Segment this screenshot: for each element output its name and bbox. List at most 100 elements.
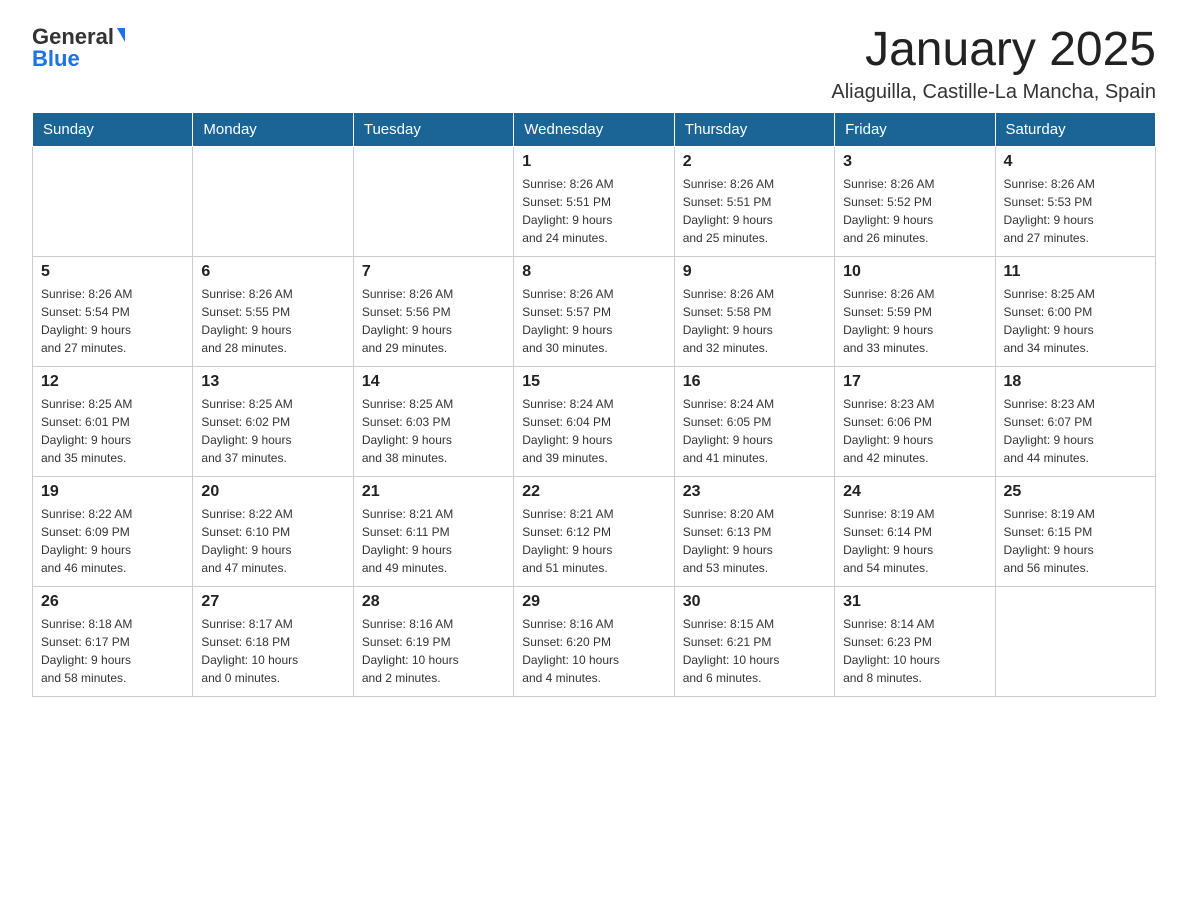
day-info: Sunrise: 8:26 AM Sunset: 5:59 PM Dayligh… xyxy=(843,285,986,357)
day-number: 5 xyxy=(41,263,184,281)
calendar-cell: 23 Sunrise: 8:20 AM Sunset: 6:13 PM Dayli… xyxy=(674,476,834,586)
day-number: 26 xyxy=(41,593,184,611)
calendar-cell: 24Sunrise: 8:19 AM Sunset: 6:14 PM Dayli… xyxy=(835,476,995,586)
day-info: Sunrise: 8:25 AM Sunset: 6:01 PM Dayligh… xyxy=(41,395,184,467)
calendar-cell: 31 Sunrise: 8:14 AM Sunset: 6:23 PM Dayli… xyxy=(835,586,995,696)
calendar-week-row: 5 Sunrise: 8:26 AM Sunset: 5:54 PM Daylig… xyxy=(33,256,1156,366)
day-number: 13 xyxy=(201,373,344,391)
calendar-table: SundayMondayTuesdayWednesdayThursdayFrid… xyxy=(32,112,1156,697)
day-number: 25 xyxy=(1004,483,1147,501)
day-number: 27 xyxy=(201,593,344,611)
calendar-cell: 22 Sunrise: 8:21 AM Sunset: 6:12 PM Dayli… xyxy=(514,476,674,586)
day-number: 24 xyxy=(843,483,986,501)
day-number: 16 xyxy=(683,373,826,391)
day-info: Sunrise: 8:26 AM Sunset: 5:57 PM Dayligh… xyxy=(522,285,665,357)
calendar-cell: 4 Sunrise: 8:26 AM Sunset: 5:53 PM Daylig… xyxy=(995,146,1155,256)
day-info: Sunrise: 8:18 AM Sunset: 6:17 PM Dayligh… xyxy=(41,615,184,687)
calendar-cell: 30 Sunrise: 8:15 AM Sunset: 6:21 PM Dayli… xyxy=(674,586,834,696)
calendar-header-friday: Friday xyxy=(835,112,995,146)
day-info: Sunrise: 8:16 AM Sunset: 6:19 PM Dayligh… xyxy=(362,615,505,687)
calendar-cell: 16 Sunrise: 8:24 AM Sunset: 6:05 PM Dayli… xyxy=(674,366,834,476)
calendar-week-row: 26 Sunrise: 8:18 AM Sunset: 6:17 PM Dayli… xyxy=(33,586,1156,696)
calendar-header-thursday: Thursday xyxy=(674,112,834,146)
calendar-cell: 28 Sunrise: 8:16 AM Sunset: 6:19 PM Dayli… xyxy=(353,586,513,696)
calendar-header-sunday: Sunday xyxy=(33,112,193,146)
day-number: 2 xyxy=(683,153,826,171)
day-number: 29 xyxy=(522,593,665,611)
calendar-cell: 12 Sunrise: 8:25 AM Sunset: 6:01 PM Dayli… xyxy=(33,366,193,476)
day-info: Sunrise: 8:24 AM Sunset: 6:05 PM Dayligh… xyxy=(683,395,826,467)
logo-triangle-icon xyxy=(117,28,125,42)
day-number: 20 xyxy=(201,483,344,501)
calendar-header-row: SundayMondayTuesdayWednesdayThursdayFrid… xyxy=(33,112,1156,146)
day-number: 1 xyxy=(522,153,665,171)
day-info: Sunrise: 8:26 AM Sunset: 5:54 PM Dayligh… xyxy=(41,285,184,357)
calendar-cell: 11Sunrise: 8:25 AM Sunset: 6:00 PM Dayli… xyxy=(995,256,1155,366)
calendar-cell xyxy=(33,146,193,256)
calendar-header-saturday: Saturday xyxy=(995,112,1155,146)
day-number: 12 xyxy=(41,373,184,391)
calendar-cell: 2 Sunrise: 8:26 AM Sunset: 5:51 PM Daylig… xyxy=(674,146,834,256)
calendar-week-row: 12 Sunrise: 8:25 AM Sunset: 6:01 PM Dayli… xyxy=(33,366,1156,476)
day-number: 9 xyxy=(683,263,826,281)
calendar-cell xyxy=(995,586,1155,696)
day-number: 23 xyxy=(683,483,826,501)
calendar-cell: 10 Sunrise: 8:26 AM Sunset: 5:59 PM Dayli… xyxy=(835,256,995,366)
calendar-cell: 5 Sunrise: 8:26 AM Sunset: 5:54 PM Daylig… xyxy=(33,256,193,366)
day-info: Sunrise: 8:26 AM Sunset: 5:51 PM Dayligh… xyxy=(522,175,665,247)
calendar-cell: 17Sunrise: 8:23 AM Sunset: 6:06 PM Dayli… xyxy=(835,366,995,476)
day-number: 22 xyxy=(522,483,665,501)
logo: General Blue xyxy=(32,24,125,72)
day-number: 17 xyxy=(843,373,986,391)
calendar-header-wednesday: Wednesday xyxy=(514,112,674,146)
month-title: January 2025 xyxy=(831,24,1156,77)
calendar-cell: 1 Sunrise: 8:26 AM Sunset: 5:51 PM Daylig… xyxy=(514,146,674,256)
day-number: 3 xyxy=(843,153,986,171)
calendar-cell: 27Sunrise: 8:17 AM Sunset: 6:18 PM Dayli… xyxy=(193,586,353,696)
calendar-header-monday: Monday xyxy=(193,112,353,146)
calendar-cell xyxy=(193,146,353,256)
calendar-cell: 14 Sunrise: 8:25 AM Sunset: 6:03 PM Dayli… xyxy=(353,366,513,476)
day-info: Sunrise: 8:25 AM Sunset: 6:02 PM Dayligh… xyxy=(201,395,344,467)
calendar-cell: 29Sunrise: 8:16 AM Sunset: 6:20 PM Dayli… xyxy=(514,586,674,696)
calendar-cell: 3 Sunrise: 8:26 AM Sunset: 5:52 PM Daylig… xyxy=(835,146,995,256)
day-info: Sunrise: 8:20 AM Sunset: 6:13 PM Dayligh… xyxy=(683,505,826,577)
day-info: Sunrise: 8:22 AM Sunset: 6:10 PM Dayligh… xyxy=(201,505,344,577)
day-number: 14 xyxy=(362,373,505,391)
day-info: Sunrise: 8:26 AM Sunset: 5:55 PM Dayligh… xyxy=(201,285,344,357)
day-number: 7 xyxy=(362,263,505,281)
day-info: Sunrise: 8:19 AM Sunset: 6:15 PM Dayligh… xyxy=(1004,505,1147,577)
calendar-cell: 26 Sunrise: 8:18 AM Sunset: 6:17 PM Dayli… xyxy=(33,586,193,696)
day-info: Sunrise: 8:26 AM Sunset: 5:51 PM Dayligh… xyxy=(683,175,826,247)
day-info: Sunrise: 8:22 AM Sunset: 6:09 PM Dayligh… xyxy=(41,505,184,577)
day-number: 15 xyxy=(522,373,665,391)
location-title: Aliaguilla, Castille-La Mancha, Spain xyxy=(831,81,1156,104)
day-number: 31 xyxy=(843,593,986,611)
day-info: Sunrise: 8:15 AM Sunset: 6:21 PM Dayligh… xyxy=(683,615,826,687)
day-number: 19 xyxy=(41,483,184,501)
day-number: 21 xyxy=(362,483,505,501)
day-info: Sunrise: 8:21 AM Sunset: 6:11 PM Dayligh… xyxy=(362,505,505,577)
day-info: Sunrise: 8:23 AM Sunset: 6:07 PM Dayligh… xyxy=(1004,395,1147,467)
day-info: Sunrise: 8:21 AM Sunset: 6:12 PM Dayligh… xyxy=(522,505,665,577)
day-number: 4 xyxy=(1004,153,1147,171)
day-info: Sunrise: 8:25 AM Sunset: 6:03 PM Dayligh… xyxy=(362,395,505,467)
day-number: 28 xyxy=(362,593,505,611)
calendar-cell: 8 Sunrise: 8:26 AM Sunset: 5:57 PM Daylig… xyxy=(514,256,674,366)
day-info: Sunrise: 8:25 AM Sunset: 6:00 PM Dayligh… xyxy=(1004,285,1147,357)
page-header: General Blue January 2025 Aliaguilla, Ca… xyxy=(32,24,1156,104)
title-block: January 2025 Aliaguilla, Castille-La Man… xyxy=(831,24,1156,104)
calendar-cell: 9Sunrise: 8:26 AM Sunset: 5:58 PM Daylig… xyxy=(674,256,834,366)
calendar-cell: 18Sunrise: 8:23 AM Sunset: 6:07 PM Dayli… xyxy=(995,366,1155,476)
day-info: Sunrise: 8:26 AM Sunset: 5:56 PM Dayligh… xyxy=(362,285,505,357)
day-number: 10 xyxy=(843,263,986,281)
calendar-cell: 21 Sunrise: 8:21 AM Sunset: 6:11 PM Dayli… xyxy=(353,476,513,586)
day-number: 30 xyxy=(683,593,826,611)
day-number: 8 xyxy=(522,263,665,281)
day-info: Sunrise: 8:14 AM Sunset: 6:23 PM Dayligh… xyxy=(843,615,986,687)
calendar-week-row: 1 Sunrise: 8:26 AM Sunset: 5:51 PM Daylig… xyxy=(33,146,1156,256)
logo-blue: Blue xyxy=(32,46,80,72)
calendar-cell: 25 Sunrise: 8:19 AM Sunset: 6:15 PM Dayli… xyxy=(995,476,1155,586)
day-info: Sunrise: 8:26 AM Sunset: 5:53 PM Dayligh… xyxy=(1004,175,1147,247)
day-info: Sunrise: 8:26 AM Sunset: 5:52 PM Dayligh… xyxy=(843,175,986,247)
